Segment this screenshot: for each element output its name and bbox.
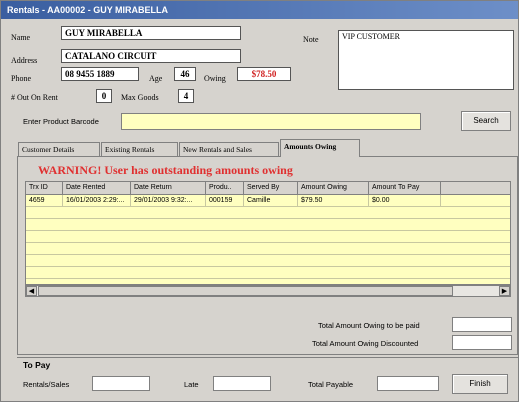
horizontal-scrollbar[interactable]: ◀ ▶: [25, 285, 511, 297]
warning-message: WARNING! User has outstanding amounts ow…: [38, 163, 293, 177]
rentals-sales-field[interactable]: [92, 376, 150, 391]
to-pay-section: To Pay Rentals/Sales Late Total Payable …: [17, 357, 518, 402]
age-field: 46: [174, 67, 196, 81]
total-discounted-field[interactable]: [452, 335, 512, 350]
late-label: Late: [184, 380, 199, 389]
column-header[interactable]: Date Return: [131, 182, 206, 195]
empty-row: [26, 219, 510, 231]
age-label: Age: [149, 74, 163, 83]
date-rented-cell: 16/01/2003 2:29:...: [63, 195, 131, 207]
column-header[interactable]: Amount Owing: [298, 182, 369, 195]
scroll-thumb[interactable]: [38, 286, 453, 296]
amounts-owing-table: Trx ID Date Rented Date Return Produ.. S…: [25, 181, 511, 285]
address-label: Address: [11, 56, 38, 65]
empty-row: [26, 243, 510, 255]
table-row[interactable]: 4659 16/01/2003 2:29:... 29/01/2003 9:32…: [26, 195, 510, 207]
column-header[interactable]: Served By: [244, 182, 298, 195]
late-field[interactable]: [213, 376, 271, 391]
total-payable-label: Total Payable: [308, 380, 354, 389]
column-header[interactable]: Trx ID: [26, 182, 63, 195]
note-field: VIP CUSTOMER: [338, 30, 514, 90]
served-by-cell: Camille: [244, 195, 298, 207]
tab-new-rentals-and-sales[interactable]: New Rentals and Sales: [179, 142, 279, 156]
total-owing-label: Total Amount Owing to be paid: [318, 321, 420, 330]
total-discounted-label: Total Amount Owing Discounted: [312, 339, 419, 348]
owing-field: $78.50: [237, 67, 291, 81]
empty-row: [26, 207, 510, 219]
phone-field: 08 9455 1889: [61, 67, 139, 81]
empty-row: [26, 267, 510, 279]
name-label: Name: [11, 33, 31, 42]
window-title: Rentals - AA00002 - GUY MIRABELLA: [1, 1, 518, 19]
amount-owing-cell: $79.50: [298, 195, 369, 207]
amount-to-pay-cell[interactable]: $0.00: [369, 195, 441, 207]
date-return-cell: 29/01/2003 9:32:...: [131, 195, 206, 207]
empty-row: [26, 255, 510, 267]
out-on-rent-label: # Out On Rent: [11, 93, 58, 102]
column-header[interactable]: Amount To Pay: [369, 182, 441, 195]
column-header[interactable]: Date Rented: [63, 182, 131, 195]
search-button[interactable]: Search: [461, 111, 511, 131]
finish-button[interactable]: Finish: [452, 374, 508, 394]
max-goods-label: Max Goods: [121, 93, 159, 102]
amounts-owing-panel: WARNING! User has outstanding amounts ow…: [17, 156, 518, 355]
scroll-right-icon[interactable]: ▶: [499, 286, 510, 296]
total-payable-field[interactable]: [377, 376, 439, 391]
barcode-label: Enter Product Barcode: [23, 117, 99, 126]
tab-existing-rentals[interactable]: Existing Rentals: [101, 142, 178, 156]
tab-amounts-owing[interactable]: Amounts Owing: [280, 139, 360, 157]
barcode-input[interactable]: [121, 113, 421, 130]
total-owing-field[interactable]: [452, 317, 512, 332]
rentals-sales-label: Rentals/Sales: [23, 380, 70, 389]
to-pay-heading: To Pay: [23, 360, 51, 370]
address-field: CATALANO CIRCUIT: [61, 49, 241, 63]
name-field: GUY MIRABELLA: [61, 26, 241, 40]
phone-label: Phone: [11, 74, 31, 83]
note-label: Note: [303, 35, 319, 44]
tab-customer-details[interactable]: Customer Details: [18, 142, 100, 156]
column-header[interactable]: Produ..: [206, 182, 244, 195]
scroll-left-icon[interactable]: ◀: [26, 286, 37, 296]
trx-id-cell: 4659: [26, 195, 63, 207]
out-on-rent-field: 0: [96, 89, 112, 103]
product-cell: 000159: [206, 195, 244, 207]
empty-row: [26, 231, 510, 243]
owing-label: Owing: [204, 74, 226, 83]
max-goods-field: 4: [178, 89, 194, 103]
column-header-empty: [441, 182, 510, 195]
rentals-window: Rentals - AA00002 - GUY MIRABELLA Name G…: [0, 0, 519, 402]
